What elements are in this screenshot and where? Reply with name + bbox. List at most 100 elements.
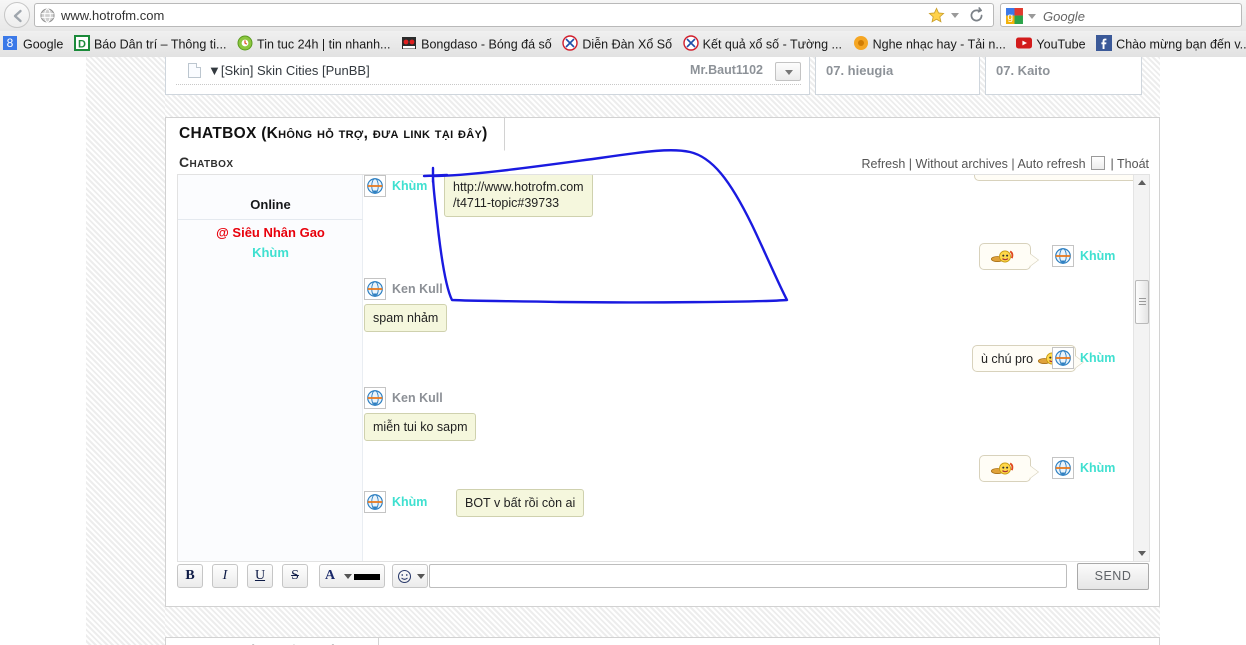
italic-button[interactable]: I	[212, 564, 238, 588]
left-gutter	[0, 57, 86, 645]
avatar	[364, 278, 386, 300]
svg-text:8: 8	[7, 36, 14, 50]
search-bar[interactable]: g Google	[1000, 3, 1242, 27]
smiley-icon	[397, 569, 412, 584]
text-color-button[interactable]: A	[319, 564, 385, 588]
chat-area: Online @ Siêu Nhân Gao Khùm Khùm http://…	[177, 174, 1150, 562]
bold-button[interactable]: B	[177, 564, 203, 588]
avatar	[1052, 347, 1074, 369]
topic-dropdown-button[interactable]	[775, 62, 801, 81]
topic-title[interactable]: ▼[Skin] Skin Cities [PunBB]	[208, 63, 370, 78]
message-bubble	[974, 175, 1136, 181]
message-nick: Khùm	[1080, 351, 1116, 365]
message-nick: Khùm	[1080, 249, 1116, 263]
stat-cell-text: 07. Kaito	[996, 63, 1051, 78]
bookmark-label: Nghe nhạc hay - Tải n...	[872, 37, 1006, 52]
bookmark-label: Báo Dân trí – Thông ti...	[93, 37, 227, 52]
bookmark-label: Chào mừng bạn đến v...	[1116, 37, 1246, 52]
globe-avatar-icon	[1055, 350, 1071, 366]
chatbox-tab-title: CHATBOX (Không hỗ trợ, đưa link tại đây)	[166, 118, 505, 151]
exit-link[interactable]: Thoát	[1117, 157, 1149, 171]
chevron-down-icon[interactable]	[417, 574, 425, 579]
bookmark-item[interactable]: D Báo Dân trí – Thông ti...	[71, 31, 230, 57]
topic-row[interactable]: ▼[Skin] Skin Cities [PunBB] Mr.Baut1102	[165, 57, 810, 95]
separator: |	[908, 157, 913, 171]
page-icon	[188, 63, 201, 78]
bookmark-item[interactable]: Diễn Đàn Xổ Số	[559, 31, 676, 57]
avatar	[364, 387, 386, 409]
message-bubble: miễn tui ko sapm	[364, 413, 477, 441]
search-input[interactable]: Google	[1043, 9, 1085, 24]
color-swatch	[354, 574, 380, 580]
chevron-down-icon[interactable]	[344, 574, 352, 579]
bookmark-item[interactable]: Kết quả xổ số - Tường ...	[680, 31, 846, 57]
smiley-button[interactable]	[392, 564, 428, 588]
dantri-favicon: D	[73, 35, 90, 51]
screenshot-root: www.hotrofm.com g Google 8 Google D Báo …	[0, 0, 1246, 645]
divider	[178, 219, 363, 220]
stat-cell-text: 07. hieugia	[826, 63, 894, 78]
message-bubble: http://www.hotrofm.com /t4711-topic#3973…	[444, 175, 593, 217]
scroll-up-icon[interactable]	[1134, 175, 1149, 191]
stat-cell: 07. Kaito	[985, 57, 1142, 95]
topic-owner: Mr.Baut1102	[690, 63, 763, 77]
globe-avatar-icon	[367, 281, 383, 297]
google-favicon: 8	[3, 36, 17, 50]
url-bar[interactable]: www.hotrofm.com	[34, 3, 994, 27]
online-user[interactable]: @ Siêu Nhân Gao	[178, 225, 363, 240]
left-hatch-gutter	[86, 57, 165, 645]
star-icon[interactable]	[928, 7, 945, 24]
message-nick: Ken Kull	[392, 391, 443, 405]
chatbox-panel: CHATBOX (Không hỗ trợ, đưa link tại đây)…	[165, 117, 1160, 607]
refresh-link[interactable]: Refresh	[862, 157, 906, 171]
bookmark-item[interactable]: 8 Google	[0, 31, 67, 57]
chatbox-toolbar: Refresh | Without archives | Auto refres…	[862, 156, 1149, 171]
auto-refresh-label: Auto refresh	[1017, 157, 1086, 171]
send-button[interactable]: SEND	[1077, 563, 1149, 590]
bookmark-label: Diễn Đàn Xổ Số	[582, 37, 673, 52]
message-nick: Khùm	[1080, 461, 1116, 475]
svg-text:D: D	[78, 39, 86, 51]
message-bubble	[979, 455, 1039, 482]
globe-avatar-icon	[367, 390, 383, 406]
ketquaxoso-favicon	[682, 35, 699, 51]
bookmarks-bar: 8 Google D Báo Dân trí – Thông ti... Tin…	[0, 31, 1246, 57]
smiley-emoticon	[990, 462, 1014, 475]
bookmark-item[interactable]: YouTube	[1013, 31, 1089, 57]
message-nick: Ken Kull	[392, 282, 443, 296]
underline-button[interactable]: U	[247, 564, 273, 588]
auto-refresh-checkbox[interactable]	[1091, 156, 1106, 170]
back-arrow-icon	[13, 9, 22, 23]
globe-avatar-icon	[1055, 248, 1071, 264]
online-user[interactable]: Khùm	[178, 245, 363, 260]
bookmark-item[interactable]: Tin tuc 24h | tin nhanh...	[234, 31, 394, 57]
tintuc24h-favicon	[237, 35, 253, 51]
strikethrough-button[interactable]: S	[282, 564, 308, 588]
search-engine-dropdown-icon[interactable]	[1028, 14, 1036, 19]
smiley-emoticon	[990, 250, 1014, 263]
chat-scrollbar[interactable]	[1133, 175, 1149, 561]
control-center-tab-title: TRUNG TÂM ĐIỀU HÀNH	[166, 638, 380, 645]
avatar	[1052, 457, 1074, 479]
scroll-down-icon[interactable]	[1134, 545, 1149, 561]
reload-icon[interactable]	[968, 7, 985, 24]
bookmark-item[interactable]: Chào mừng bạn đến v...	[1093, 31, 1246, 57]
avatar	[364, 491, 386, 513]
bookmark-item[interactable]: Nghe nhạc hay - Tải n...	[850, 31, 1010, 57]
text-color-letter: A	[325, 568, 336, 583]
message-bubble: BOT v bất rồi còn ai	[456, 489, 585, 517]
back-button[interactable]	[4, 2, 30, 28]
browser-chrome: www.hotrofm.com g Google 8 Google D Báo …	[0, 0, 1246, 58]
url-dropdown-icon[interactable]	[951, 13, 959, 18]
bookmark-label: YouTube	[1036, 37, 1086, 52]
page-content: ▼[Skin] Skin Cities [PunBB] Mr.Baut1102 …	[0, 57, 1246, 645]
without-archives-link[interactable]: Without archives	[916, 157, 1008, 171]
bookmark-item[interactable]: Bongdaso - Bóng đá số	[398, 31, 556, 57]
navigation-bar: www.hotrofm.com g Google	[0, 0, 1246, 31]
online-header: Online	[250, 197, 291, 212]
youtube-favicon	[1016, 37, 1033, 49]
chat-input[interactable]	[429, 564, 1067, 588]
globe-icon	[40, 8, 55, 23]
scrollbar-thumb[interactable]	[1135, 280, 1149, 324]
bookmark-label: Tin tuc 24h | tin nhanh...	[257, 37, 391, 52]
